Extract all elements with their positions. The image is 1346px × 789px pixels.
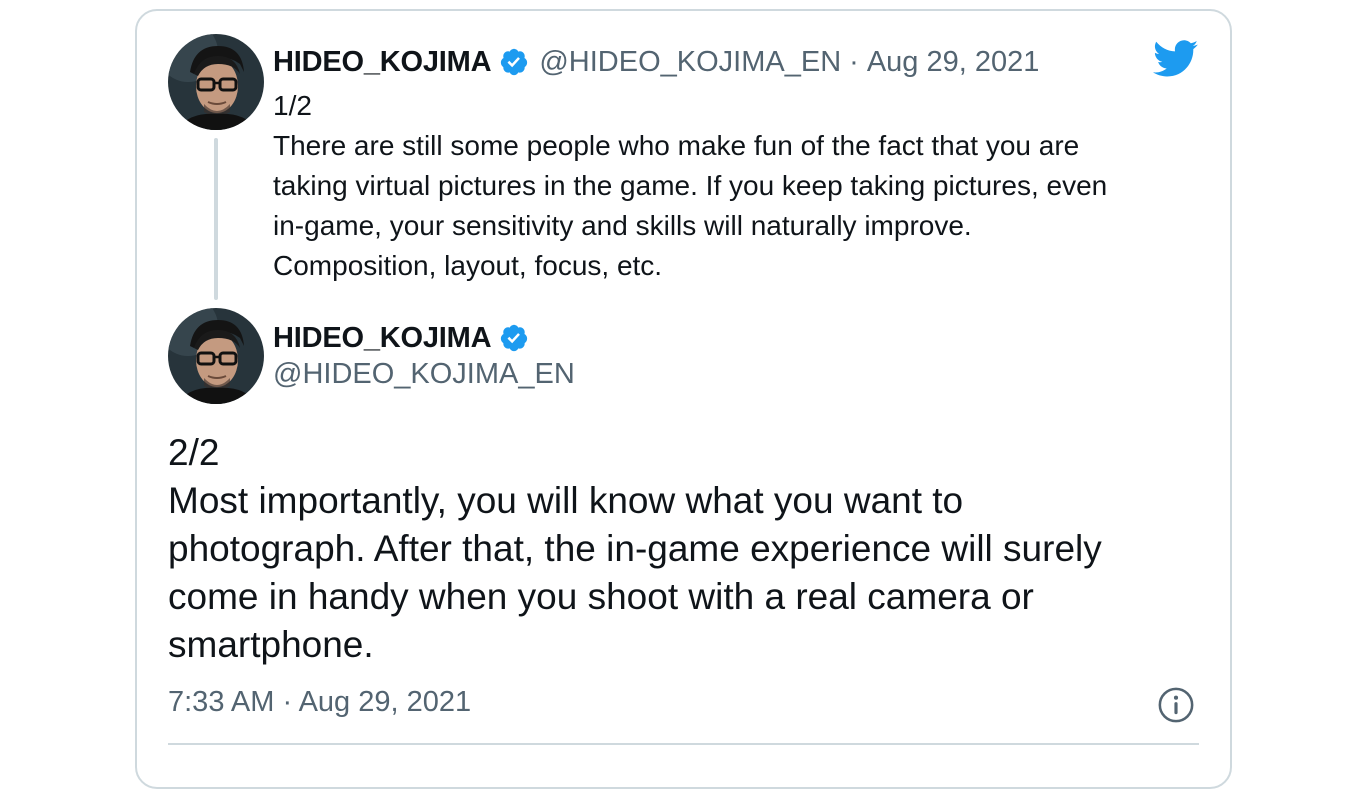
- tweet1-text: 1/2 There are still some people who make…: [273, 86, 1213, 286]
- tweet-text-line: 2/2: [168, 432, 220, 473]
- divider: [168, 743, 1199, 745]
- thread-connector-line: [214, 138, 218, 300]
- tweet-text-line: taking virtual pictures in the game. If …: [273, 170, 1108, 201]
- display-name[interactable]: HIDEO_KOJIMA: [273, 46, 492, 79]
- tweet2-header: HIDEO_KOJIMA: [273, 318, 539, 358]
- verified-badge-icon: [501, 48, 528, 76]
- tweet-text-line: Composition, layout, focus, etc.: [273, 250, 663, 281]
- tweet-timestamp[interactable]: 7:33 AM · Aug 29, 2021: [168, 686, 471, 719]
- tweet-text-line: Most importantly, you will know what you…: [168, 480, 964, 521]
- tweet-text-line: photograph. After that, the in-game expe…: [168, 528, 1102, 569]
- tweet-text-line: There are still some people who make fun…: [273, 130, 1080, 161]
- separator-dot: ·: [849, 45, 859, 78]
- user-handle[interactable]: @HIDEO_KOJIMA_EN: [273, 358, 575, 391]
- tweet-text-line: smartphone.: [168, 624, 374, 665]
- tweet-text-line: come in handy when you shoot with a real…: [168, 576, 1034, 617]
- avatar[interactable]: [168, 308, 264, 404]
- tweet1-header: HIDEO_KOJIMA @HIDEO_KOJIMA_EN · Aug 29, …: [273, 42, 1039, 82]
- user-handle[interactable]: @HIDEO_KOJIMA_EN: [539, 46, 841, 79]
- tweet-date[interactable]: Aug 29, 2021: [867, 46, 1040, 79]
- avatar[interactable]: [168, 34, 264, 130]
- info-icon[interactable]: [1157, 686, 1195, 724]
- display-name[interactable]: HIDEO_KOJIMA: [273, 322, 492, 355]
- verified-badge-icon: [501, 324, 528, 352]
- tweet-text-line: 1/2: [273, 90, 312, 121]
- tweet-text-line: in-game, your sensitivity and skills wil…: [273, 210, 972, 241]
- twitter-bird-icon[interactable]: [1153, 40, 1199, 78]
- tweet2-text: 2/2 Most importantly, you will know what…: [168, 429, 1208, 669]
